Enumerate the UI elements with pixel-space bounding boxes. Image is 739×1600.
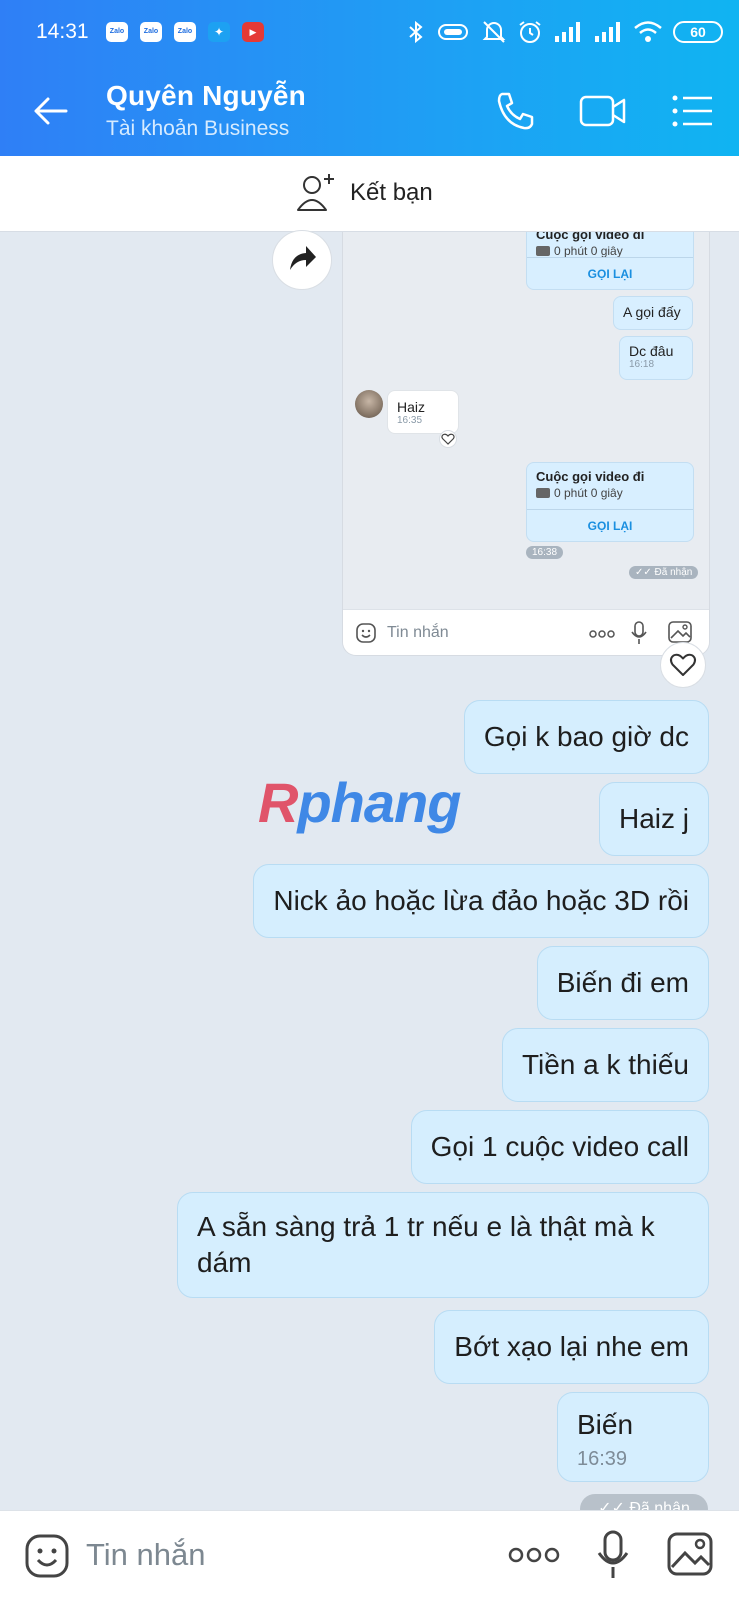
message-text: Gọi 1 cuộc video call [430,1131,689,1162]
more-icon [589,630,615,638]
menu-icon[interactable] [668,88,718,134]
battery-indicator: 60 [673,21,723,43]
message-time: 16:35 [397,415,423,426]
account-type: Tài khoản Business [106,117,290,140]
react-heart-icon [439,430,457,448]
signal-icon [595,22,620,42]
avatar [355,390,383,418]
message-bubble[interactable]: Nick ảo hoặc lừa đảo hoặc 3D rồi [253,864,709,938]
message-bubble[interactable]: Gọi k bao giờ dc [463,700,709,774]
message-bubble: A gọi đấy [613,296,693,330]
microphone-icon[interactable] [596,1529,630,1581]
zalo-notification-icon: Zalo [106,22,128,42]
call-duration: 0 phút 0 giây [554,486,623,500]
video-call-record: Cuộc gọi video đi 0 phút 0 giây GỌI LẠI [526,462,694,542]
embedded-input-placeholder: Tin nhắn [387,624,449,641]
message-time: 16:38 [526,546,564,559]
image-icon[interactable] [666,1531,714,1577]
message-text: Haiz j [618,803,689,834]
wifi-icon [634,21,662,42]
message-bubble: Dc đâu 16:18 [619,336,693,380]
message-time: 16:39 [577,1448,628,1470]
delivery-status: ✓✓ Đã nhận [629,566,699,579]
message-text: Tiền a k thiếu [521,1049,689,1080]
message-bubble[interactable]: Gọi 1 cuộc video call [410,1110,709,1184]
back-arrow-icon[interactable] [30,91,70,131]
add-friend-icon [297,174,334,211]
video-call-record: Cuộc gọi video đi 0 phút 0 giây GỌI LẠI [526,232,694,290]
zalo-notification-icon: Zalo [140,22,162,42]
message-bubble[interactable]: Biến 16:39 [557,1392,709,1482]
message-time: 16:18 [629,359,655,370]
add-friend-bar: Kết bạn [0,156,739,232]
vibrate-icon [438,24,468,40]
watermark-logo: Rphang [258,771,461,834]
message-text: Biến đi em [556,967,689,998]
incoming-message-bubble: Haiz 16:35 [387,390,459,434]
message-text: Dc đâu [629,343,674,359]
more-icon[interactable] [508,1547,560,1563]
message-text: A gọi đấy [623,304,681,320]
phone-icon[interactable] [490,88,540,134]
youtube-icon: ▶ [242,22,264,42]
message-composer: Tin nhắn [0,1510,739,1600]
add-friend-label: Kết bạn [350,179,433,206]
status-time: 14:31 [36,20,89,43]
message-text: Gọi k bao giờ dc [483,721,689,752]
message-bubble[interactable]: Tiền a k thiếu [501,1028,709,1102]
call-title: Cuộc gọi video đi [536,469,645,484]
alarm-icon [519,21,541,43]
message-text: Nick ảo hoặc lừa đảo hoặc 3D rồi [273,885,689,916]
contact-name[interactable]: Quyên Nguyễn [106,80,306,112]
message-text: Bớt xạo lại nhe em [454,1331,689,1362]
twitter-icon: ✦ [208,22,230,42]
sticker-icon[interactable] [24,1533,70,1579]
message-bubble[interactable]: Haiz j [598,782,709,856]
signal-icon [555,22,580,42]
top-bar: 14:31 Zalo Zalo Zalo ✦ ▶ 60 Quyên Nguyễn… [0,0,739,156]
add-friend-button[interactable]: Kết bạn [296,172,433,214]
zalo-notification-icon: Zalo [174,22,196,42]
status-bar: 14:31 Zalo Zalo Zalo ✦ ▶ 60 [0,0,739,66]
message-text: A sẵn sàng trả 1 tr nếu e là thật mà k d… [197,1211,655,1278]
share-button[interactable] [272,230,332,290]
bluetooth-icon [409,20,423,44]
mute-icon [482,21,506,43]
call-duration: 0 phút 0 giây [554,244,623,258]
sticker-icon [356,623,376,643]
heart-icon [670,653,696,676]
message-bubble[interactable]: A sẵn sàng trả 1 tr nếu e là thật mà k d… [177,1192,709,1298]
microphone-icon [631,621,647,644]
message-text: Haiz [397,399,426,415]
message-text: Biến [577,1409,634,1440]
call-back-button: GỌI LẠI [527,509,693,541]
share-icon [290,246,316,270]
shared-screenshot[interactable]: Cuộc gọi video đi 0 phút 0 giây GỌI LẠI … [342,232,710,656]
call-back-button: GỌI LẠI [527,257,693,289]
react-button[interactable] [660,642,706,688]
message-input[interactable]: Tin nhắn [86,1537,206,1573]
image-icon [668,621,692,643]
chat-header: Quyên Nguyễn Tài khoản Business [0,66,739,156]
video-icon [536,246,550,256]
message-bubble[interactable]: Biến đi em [536,946,709,1020]
video-call-icon[interactable] [578,88,628,134]
call-title: Cuộc gọi video đi [536,232,645,242]
message-bubble[interactable]: Bớt xạo lại nhe em [434,1310,709,1384]
embedded-input-bar: Tin nhắn [343,609,709,655]
video-icon [536,488,550,498]
